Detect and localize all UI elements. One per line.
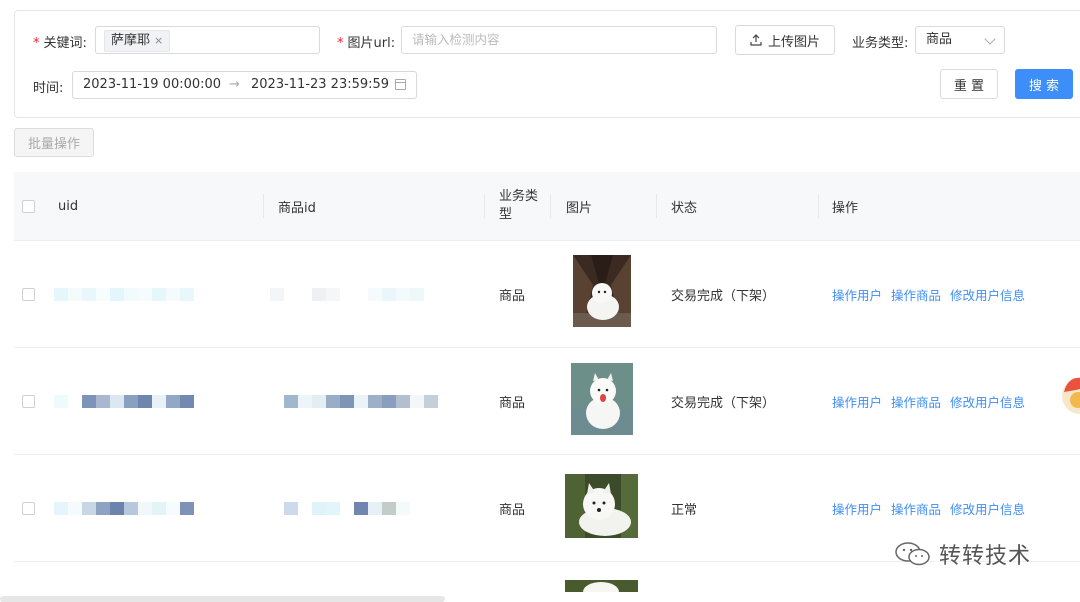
chevron-down-icon [984,33,996,45]
search-button[interactable]: 搜 索 [1015,69,1073,99]
arrow-right-icon: → [229,77,240,92]
table-header: uid 商品id 业务类型 图片 状态 操作 [14,172,1080,241]
business-type-label: 业务类型: [852,36,909,51]
batch-operation-button[interactable]: 批量操作 [14,128,94,157]
floating-helper-icon[interactable] [1058,372,1080,414]
column-header-uid: uid [58,198,79,214]
row-checkbox[interactable] [22,455,35,561]
reset-button[interactable]: 重 置 [940,69,998,99]
close-icon[interactable]: × [154,31,163,51]
business-type-cell: 商品 [499,288,526,304]
watermark: 转转技术 [895,538,1031,570]
time-start: 2023-11-19 00:00:00 [83,77,222,92]
wechat-icon [895,541,931,567]
business-type-cell: 商品 [499,502,526,518]
operate-product-link[interactable]: 操作商品 [891,285,941,304]
column-header-business-type: 业务类型 [499,189,539,222]
product-image[interactable] [565,580,638,592]
edit-user-info-link[interactable]: 修改用户信息 [950,392,1025,411]
horizontal-scrollbar[interactable] [0,596,445,602]
upload-button-label: 上传图片 [767,34,820,50]
operate-user-link[interactable]: 操作用户 [832,285,882,304]
operate-user-link[interactable]: 操作用户 [832,392,882,411]
product-id-cell-blurred [270,455,410,561]
status-cell: 正常 [671,502,698,518]
watermark-text: 转转技术 [939,544,1032,569]
filter-panel: * 关键词: 萨摩耶 × * 图片url: 请输入检测内容 上传图片 业务类型: 商… [14,10,1080,118]
column-header-status: 状态 [671,200,698,216]
time-range-picker[interactable]: 2023-11-19 00:00:00 → 2023-11-23 23:59:5… [72,71,417,99]
column-header-actions: 操作 [832,200,859,216]
edit-user-info-link[interactable]: 修改用户信息 [950,499,1025,518]
table-row: 商品 交易完成（下架） 操作用户 操作商品 修改用户信息 [14,348,1080,455]
table-row: 商品 交易完成（下架） 操作用户 操作商品 修改用户信息 [14,241,1080,348]
uid-cell-blurred [54,241,194,347]
keyword-label: * 关键词: [33,36,87,51]
time-label: 时间: [33,81,64,96]
upload-image-button[interactable]: 上传图片 [735,25,835,55]
select-all-checkbox[interactable] [22,172,35,240]
image-url-input[interactable]: 请输入检测内容 [401,26,717,54]
product-image[interactable] [571,363,633,435]
upload-icon [750,34,762,46]
actions-cell: 操作用户 操作商品 修改用户信息 [832,348,1025,454]
uid-cell-blurred [54,455,194,561]
operate-product-link[interactable]: 操作商品 [891,392,941,411]
calendar-icon [395,79,406,90]
operate-product-link[interactable]: 操作商品 [891,499,941,518]
uid-cell-blurred [54,348,194,454]
product-id-cell-blurred [270,241,424,347]
row-checkbox[interactable] [22,241,35,347]
actions-cell: 操作用户 操作商品 修改用户信息 [832,241,1025,347]
keyword-input[interactable]: 萨摩耶 × [95,26,320,54]
column-header-product-id: 商品id [278,200,316,216]
product-image[interactable] [565,474,638,538]
product-image[interactable] [573,255,631,327]
row-checkbox[interactable] [22,348,35,454]
business-type-select[interactable]: 商品 [915,26,1005,54]
time-end: 2023-11-23 23:59:59 [251,77,390,92]
column-header-image: 图片 [566,200,593,216]
edit-user-info-link[interactable]: 修改用户信息 [950,285,1025,304]
data-table: uid 商品id 业务类型 图片 状态 操作 商品 交易完成（下架） 操作用户 … [14,172,1080,592]
operate-user-link[interactable]: 操作用户 [832,499,882,518]
product-id-cell-blurred [270,348,438,454]
keyword-tag: 萨摩耶 × [104,30,171,52]
status-cell: 交易完成（下架） [671,288,776,304]
business-type-value: 商品 [926,32,953,47]
status-cell: 交易完成（下架） [671,395,776,411]
keyword-tag-text: 萨摩耶 [111,33,151,48]
image-url-placeholder: 请输入检测内容 [412,32,500,47]
business-type-cell: 商品 [499,395,526,411]
image-url-label: * 图片url: [337,36,396,51]
